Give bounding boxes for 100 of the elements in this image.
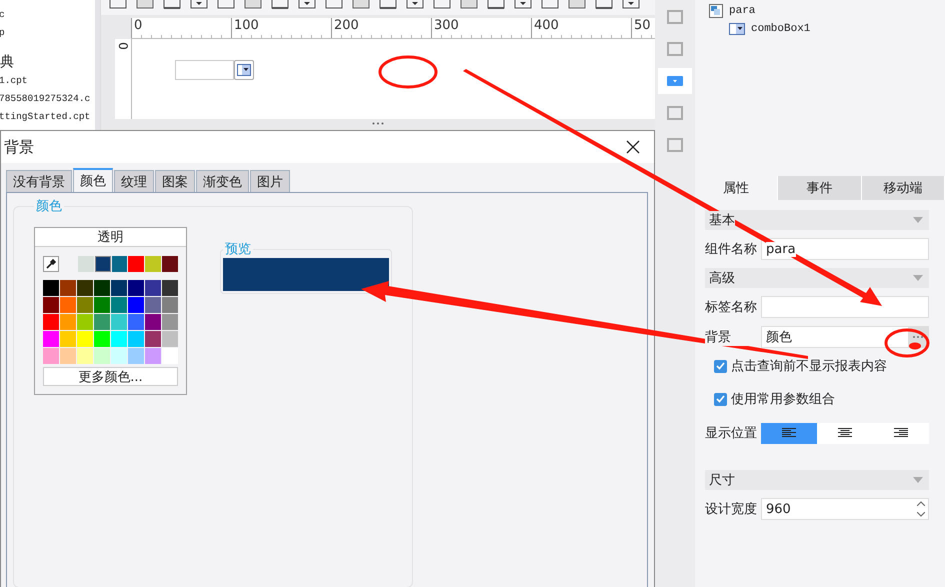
text-field[interactable]: [761, 296, 929, 318]
tree-item-label[interactable]: para: [729, 5, 756, 17]
color-swatch[interactable]: [43, 348, 59, 364]
color-swatch[interactable]: [77, 297, 93, 313]
checkbox[interactable]: [714, 360, 727, 372]
toolbar-tool-icon[interactable]: [109, 0, 127, 10]
toolbar-tool-icon[interactable]: [460, 0, 478, 10]
color-swatch[interactable]: [162, 331, 178, 347]
collapse-caret-icon[interactable]: [913, 217, 923, 223]
toolbar-tool-icon[interactable]: [325, 0, 343, 10]
dialog-tab[interactable]: 图片: [250, 170, 290, 192]
dialog-tab[interactable]: 颜色: [73, 168, 113, 192]
color-swatch[interactable]: [94, 256, 111, 272]
color-swatch[interactable]: [78, 256, 94, 272]
color-swatch[interactable]: [77, 331, 93, 347]
toolbar-tool-icon[interactable]: [595, 0, 613, 10]
align-button[interactable]: [761, 422, 817, 444]
text-field[interactable]: para: [761, 238, 929, 260]
toolbar-tool-icon[interactable]: [244, 0, 262, 10]
color-swatch[interactable]: [145, 256, 162, 272]
close-icon[interactable]: [626, 140, 640, 154]
toolbar-tool-icon[interactable]: [217, 0, 235, 10]
file-name[interactable]: 1.cpt: [0, 72, 95, 90]
color-swatch[interactable]: [94, 348, 110, 364]
section-header[interactable]: 基本: [705, 210, 929, 230]
color-swatch[interactable]: [111, 297, 127, 313]
tree-item-label[interactable]: comboBox1: [751, 23, 810, 35]
color-swatch[interactable]: [111, 280, 127, 296]
dialog-tab[interactable]: 渐变色: [196, 170, 249, 192]
toolbar-tool-icon[interactable]: [622, 0, 640, 10]
color-swatch[interactable]: [145, 348, 161, 364]
dialog-tab[interactable]: 图案: [155, 170, 195, 192]
color-swatch[interactable]: [162, 314, 178, 330]
toolbar-tool-icon[interactable]: [568, 0, 586, 10]
picker-field[interactable]: 颜色: [761, 326, 929, 348]
color-swatch[interactable]: [111, 331, 127, 347]
collapse-caret-icon[interactable]: [913, 275, 923, 281]
checkbox[interactable]: [714, 392, 727, 406]
color-swatch[interactable]: [43, 280, 59, 296]
color-swatch[interactable]: [128, 331, 144, 347]
color-swatch[interactable]: [60, 348, 76, 364]
more-colors-button[interactable]: 更多颜色...: [43, 367, 178, 386]
color-swatch[interactable]: [128, 314, 144, 330]
color-swatch[interactable]: [60, 297, 76, 313]
toolbar-tool-icon[interactable]: [190, 0, 208, 10]
color-swatch[interactable]: [111, 348, 127, 364]
eyedropper-icon[interactable]: [43, 256, 59, 272]
color-swatch[interactable]: [43, 297, 59, 313]
transparent-button[interactable]: 透明: [35, 228, 186, 247]
color-swatch[interactable]: [128, 256, 144, 272]
color-swatch[interactable]: [60, 314, 76, 330]
toolbar-tool-icon[interactable]: [136, 0, 154, 10]
section-header[interactable]: 尺寸: [705, 470, 929, 490]
color-swatch[interactable]: [94, 280, 110, 296]
toolbar-tool-icon[interactable]: [541, 0, 559, 10]
color-swatch[interactable]: [128, 348, 144, 364]
color-swatch[interactable]: [94, 331, 110, 347]
color-swatch[interactable]: [60, 280, 76, 296]
toolbar-tool-icon[interactable]: [433, 0, 451, 10]
color-swatch[interactable]: [162, 348, 178, 364]
color-swatch[interactable]: [43, 314, 59, 330]
toolbar-tool-icon[interactable]: [514, 0, 532, 10]
combo-box-field[interactable]: [175, 60, 234, 80]
section-header[interactable]: 高级: [705, 268, 929, 288]
toolbar-tool-icon[interactable]: [487, 0, 505, 10]
color-swatch[interactable]: [77, 280, 93, 296]
color-swatch[interactable]: [145, 331, 161, 347]
file-name[interactable]: p: [0, 24, 95, 42]
color-swatch[interactable]: [128, 297, 144, 313]
file-name[interactable]: 78558019275324.c: [0, 90, 95, 108]
color-swatch[interactable]: [77, 314, 93, 330]
file-name[interactable]: ttingStarted.cpt: [0, 108, 95, 126]
color-swatch[interactable]: [145, 280, 161, 296]
color-swatch[interactable]: [111, 314, 127, 330]
color-swatch[interactable]: [94, 314, 110, 330]
color-swatch[interactable]: [145, 314, 161, 330]
color-swatch[interactable]: [145, 297, 161, 313]
number-field[interactable]: 960: [761, 498, 929, 520]
color-swatch[interactable]: [43, 331, 59, 347]
panel-tab[interactable]: 移动端: [862, 176, 945, 200]
color-swatch[interactable]: [162, 256, 178, 272]
dropdown-button[interactable]: [234, 60, 254, 80]
dialog-tab[interactable]: 没有背景: [6, 170, 72, 192]
toolbar-tool-icon[interactable]: [163, 0, 181, 10]
toolbar-tool-icon[interactable]: [379, 0, 397, 10]
color-swatch[interactable]: [162, 297, 178, 313]
dialog-tab[interactable]: 纹理: [114, 170, 154, 192]
toolbar-tool-icon[interactable]: [271, 0, 289, 10]
toolbar-tool-icon[interactable]: [298, 0, 316, 10]
color-swatch[interactable]: [112, 256, 128, 272]
color-swatch[interactable]: [162, 280, 178, 296]
color-swatch[interactable]: [77, 348, 93, 364]
toolbar-tool-icon[interactable]: [406, 0, 424, 10]
collapse-caret-icon[interactable]: [913, 477, 923, 483]
panel-tab[interactable]: 事件: [778, 176, 862, 200]
file-name[interactable]: 典: [0, 54, 95, 72]
widget-button[interactable]: [658, 68, 692, 94]
color-swatch[interactable]: [94, 297, 110, 313]
color-swatch[interactable]: [60, 331, 76, 347]
resize-grip-icon[interactable]: [372, 122, 384, 125]
